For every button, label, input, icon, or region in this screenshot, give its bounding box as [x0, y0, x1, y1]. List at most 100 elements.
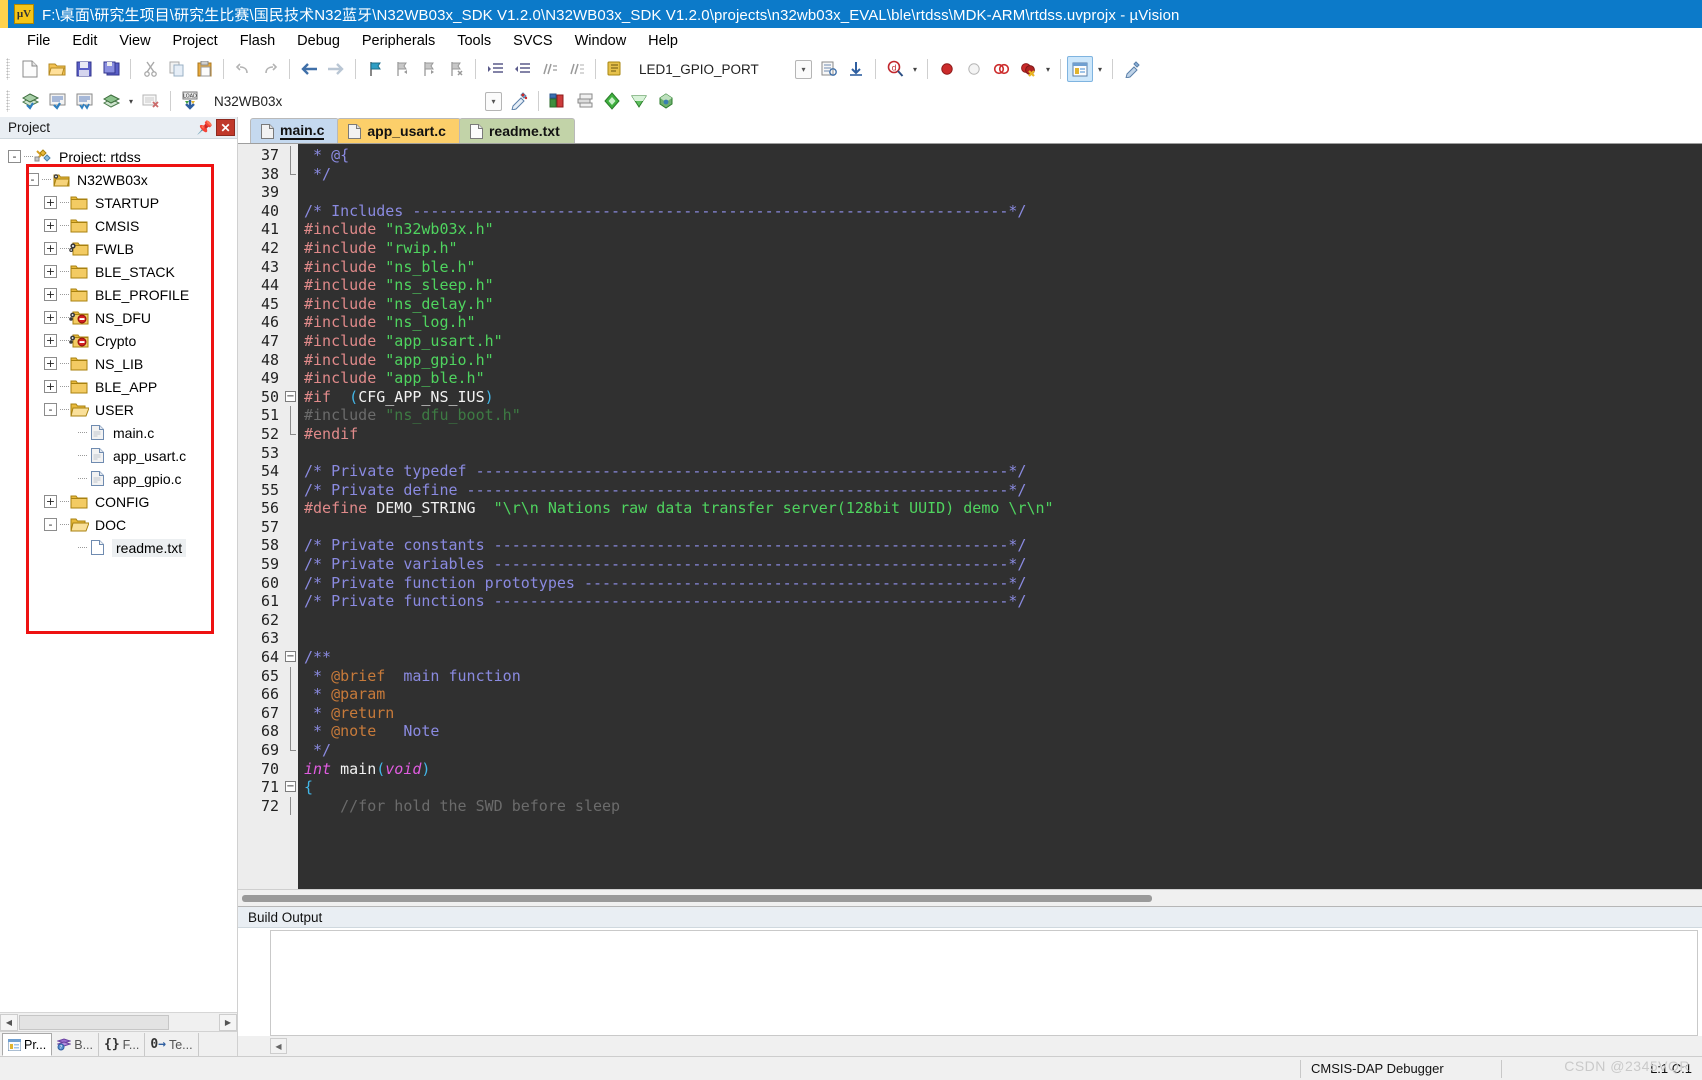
tree-item-ble-app[interactable]: +BLE_APP	[8, 375, 237, 398]
chevron-down-icon[interactable]: ▾	[1094, 56, 1106, 82]
scroll-right-arrow[interactable]: ▶	[219, 1014, 237, 1031]
expand-expander-icon[interactable]: +	[44, 288, 57, 301]
tree-item-project-rtdss[interactable]: -Project: rtdss	[8, 145, 237, 168]
configure-target-icon[interactable]	[506, 88, 532, 114]
save-all-icon[interactable]	[98, 56, 124, 82]
configure-icon[interactable]	[1119, 56, 1145, 82]
pin-icon[interactable]: 📌	[196, 119, 214, 137]
build-output-text[interactable]	[270, 930, 1698, 1036]
expand-expander-icon[interactable]: +	[44, 380, 57, 393]
save-icon[interactable]	[71, 56, 97, 82]
tree-item-ns-dfu[interactable]: +NS_DFU	[8, 306, 237, 329]
project-tree[interactable]: -Project: rtdss-N32WB03x+STARTUP+CMSIS+F…	[0, 139, 237, 559]
tree-item-doc[interactable]: -DOC	[8, 513, 237, 536]
tab-books[interactable]: ? B...	[52, 1033, 99, 1056]
expand-expander-icon[interactable]: +	[44, 495, 57, 508]
close-icon[interactable]: ✕	[216, 119, 235, 136]
tab-templates[interactable]: 0→ Te...	[145, 1033, 198, 1056]
translate-icon[interactable]	[17, 88, 43, 114]
expand-expander-icon[interactable]: +	[44, 265, 57, 278]
toolbar-grip[interactable]	[6, 90, 10, 112]
menu-item-edit[interactable]: Edit	[61, 31, 108, 51]
code-folding-margin[interactable]: − − −	[284, 144, 298, 889]
tree-item-user[interactable]: -USER	[8, 398, 237, 421]
scrollbar-track[interactable]	[18, 1014, 219, 1031]
disable-breakpoint-icon[interactable]	[961, 56, 987, 82]
scroll-left-arrow[interactable]: ◀	[0, 1014, 18, 1031]
menu-item-help[interactable]: Help	[637, 31, 689, 51]
manage-project-items-icon[interactable]	[545, 88, 571, 114]
scrollbar-thumb[interactable]	[19, 1015, 169, 1030]
chevron-down-icon[interactable]: ▾	[795, 60, 812, 79]
symbol-search-combo[interactable]: LED1_GPIO_PORT ▾	[637, 58, 812, 80]
expand-expander-icon[interactable]: +	[44, 196, 57, 209]
manage-run-time-env-icon[interactable]	[626, 88, 652, 114]
navigate-forward-icon[interactable]	[323, 56, 349, 82]
batch-build-icon[interactable]	[98, 88, 124, 114]
tree-item-readme-txt[interactable]: readme.txt	[8, 536, 237, 559]
menu-item-svcs[interactable]: SVCS	[502, 31, 564, 51]
debug-search-icon[interactable]: d	[882, 56, 908, 82]
menu-item-window[interactable]: Window	[564, 31, 638, 51]
tree-item-cmsis[interactable]: +CMSIS	[8, 214, 237, 237]
navigate-backward-icon[interactable]	[296, 56, 322, 82]
stop-build-icon[interactable]	[138, 88, 164, 114]
software-packs-icon[interactable]	[653, 88, 679, 114]
expand-expander-icon[interactable]: +	[44, 357, 57, 370]
menu-item-view[interactable]: View	[108, 31, 161, 51]
tree-item-fwlb[interactable]: +FWLB	[8, 237, 237, 260]
expand-expander-icon[interactable]: +	[44, 311, 57, 324]
pack-installer-icon[interactable]	[599, 88, 625, 114]
bookmark-previous-icon[interactable]	[389, 56, 415, 82]
scroll-left-arrow[interactable]: ◀	[270, 1038, 287, 1054]
paste-icon[interactable]	[191, 56, 217, 82]
tree-item-ble-stack[interactable]: +BLE_STACK	[8, 260, 237, 283]
target-combo[interactable]: N32WB03x ▾	[212, 90, 502, 112]
disable-all-breakpoints-icon[interactable]	[988, 56, 1014, 82]
expand-expander-icon[interactable]: +	[44, 334, 57, 347]
bookmark-toggle-icon[interactable]	[362, 56, 388, 82]
collapse-expander-icon[interactable]: -	[44, 518, 57, 531]
tree-item-app-usart-c[interactable]: app_usart.c	[8, 444, 237, 467]
open-file-icon[interactable]	[44, 56, 70, 82]
chevron-down-icon[interactable]: ▾	[1042, 56, 1054, 82]
chevron-down-icon[interactable]: ▾	[125, 88, 137, 114]
menu-item-project[interactable]: Project	[162, 31, 229, 51]
collapse-fold-icon[interactable]: −	[285, 651, 296, 662]
tree-item-startup[interactable]: +STARTUP	[8, 191, 237, 214]
tree-item-ble-profile[interactable]: +BLE_PROFILE	[8, 283, 237, 306]
fold-marker[interactable]: −	[284, 778, 298, 797]
rebuild-all-icon[interactable]	[71, 88, 97, 114]
tree-item-ns-lib[interactable]: +NS_LIB	[8, 352, 237, 375]
find-in-files-icon[interactable]	[602, 56, 628, 82]
toolbar-grip[interactable]	[6, 58, 10, 80]
fold-marker[interactable]: −	[284, 388, 298, 407]
expand-expander-icon[interactable]: +	[44, 219, 57, 232]
code-editor[interactable]: 3738394041424344454647484950515253545556…	[238, 143, 1702, 889]
tab-functions[interactable]: {} F...	[99, 1033, 145, 1056]
collapse-fold-icon[interactable]: −	[285, 391, 296, 402]
build-output-scrollbar[interactable]: ◀	[238, 1036, 1702, 1056]
project-horizontal-scrollbar[interactable]: ◀ ▶	[0, 1012, 237, 1031]
collapse-expander-icon[interactable]: -	[44, 403, 57, 416]
manage-windows-icon[interactable]	[1067, 56, 1093, 82]
editor-horizontal-scrollbar[interactable]	[238, 889, 1702, 906]
expand-expander-icon[interactable]: +	[44, 242, 57, 255]
collapse-expander-icon[interactable]: -	[8, 150, 21, 163]
editor-tab-readme-txt[interactable]: readme.txt	[459, 118, 575, 143]
download-icon[interactable]: LOAD	[177, 88, 203, 114]
indent-icon[interactable]	[482, 56, 508, 82]
chevron-down-icon[interactable]: ▾	[485, 92, 502, 111]
undo-icon[interactable]	[230, 56, 256, 82]
bookmark-next-icon[interactable]	[416, 56, 442, 82]
browse-symbols-icon[interactable]	[816, 56, 842, 82]
menu-item-file[interactable]: File	[16, 31, 61, 51]
editor-tab-main-c[interactable]: main.c	[250, 118, 339, 143]
project-tree-container[interactable]: -Project: rtdss-N32WB03x+STARTUP+CMSIS+F…	[0, 139, 237, 1012]
menu-item-tools[interactable]: Tools	[446, 31, 502, 51]
menu-item-flash[interactable]: Flash	[229, 31, 286, 51]
tree-item-crypto[interactable]: +Crypto	[8, 329, 237, 352]
editor-tab-app-usart-c[interactable]: app_usart.c	[337, 118, 461, 143]
tree-item-app-gpio-c[interactable]: app_gpio.c	[8, 467, 237, 490]
new-file-icon[interactable]	[17, 56, 43, 82]
